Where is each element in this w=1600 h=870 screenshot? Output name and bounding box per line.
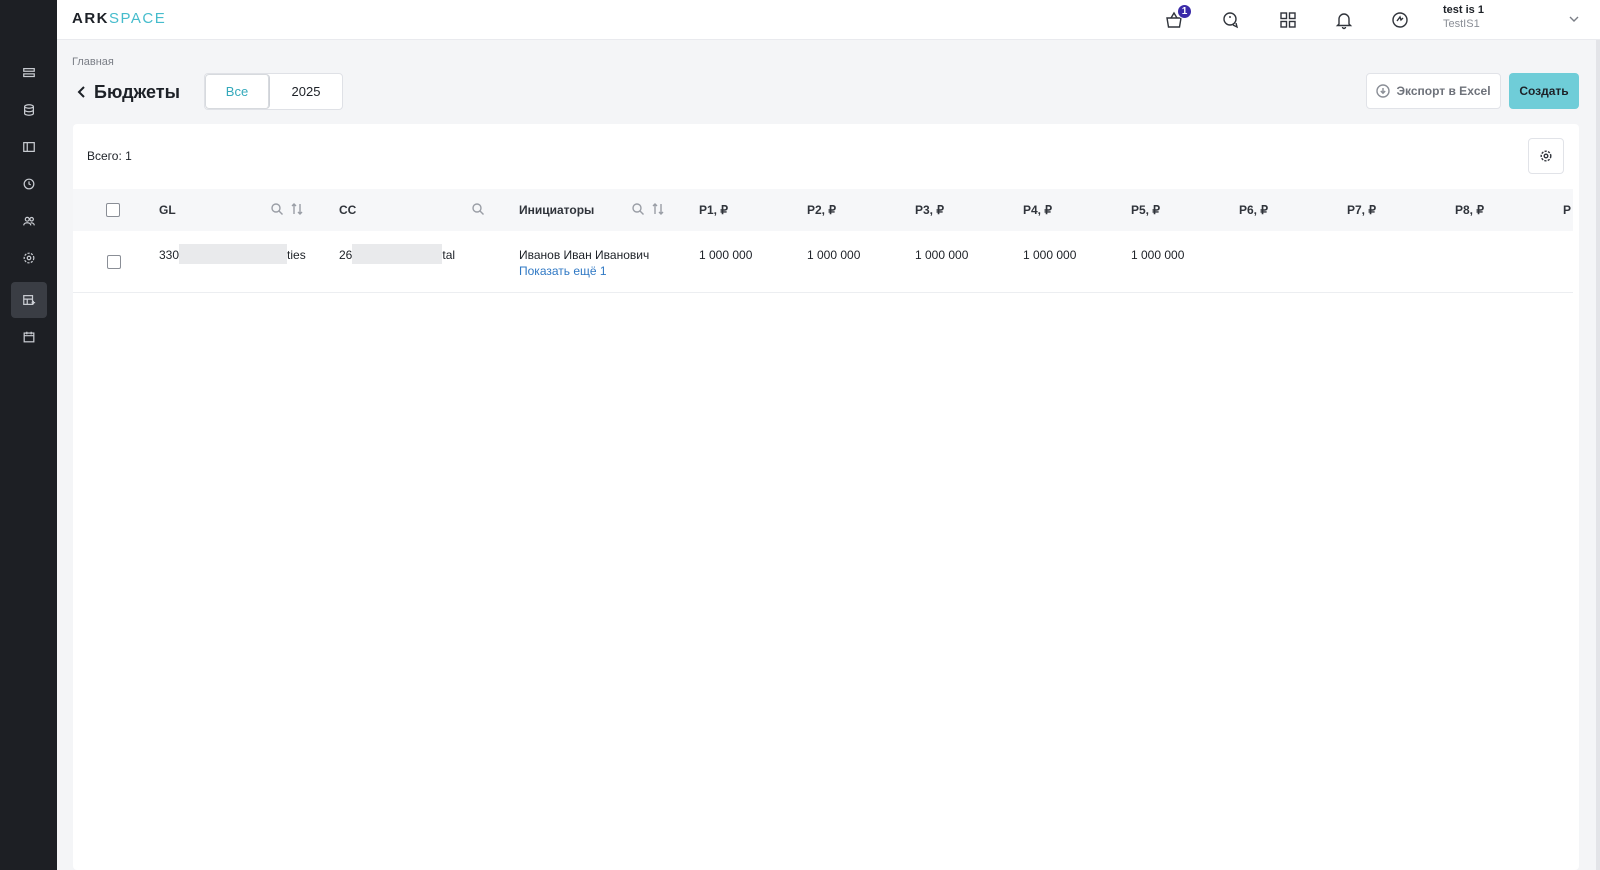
layout-icon	[23, 142, 35, 152]
show-more-link[interactable]: Показать ещё 1	[519, 264, 649, 278]
logo-text-accent: SPACE	[109, 10, 167, 27]
sidebar-item-history[interactable]	[11, 166, 47, 202]
user-name: test is 1	[1443, 4, 1484, 16]
calendar-icon	[23, 331, 35, 343]
cell-p3: 1 000 000	[915, 248, 969, 262]
sidebar-item-users[interactable]	[11, 203, 47, 239]
page-scrollbar[interactable]	[1596, 40, 1600, 870]
column-header-p9-partial: P	[1563, 203, 1572, 217]
cell-initiator-name: Иванов Иван Иванович	[519, 248, 650, 262]
column-header-p8: P8, ₽	[1455, 203, 1484, 217]
sidebar-item-budgets[interactable]	[11, 282, 47, 318]
sidebar-item-database[interactable]	[11, 92, 47, 128]
users-icon	[23, 216, 35, 226]
cell-cc: 26 tal	[339, 244, 456, 264]
list-icon	[23, 68, 35, 78]
total-count: Всего: 1	[87, 149, 132, 163]
page-title: Бюджеты	[94, 81, 180, 102]
cart-badge: 1	[1177, 4, 1192, 19]
sidebar	[0, 0, 57, 870]
column-header-p1: P1, ₽	[699, 203, 728, 217]
cell-gl-end: ties	[287, 248, 306, 263]
select-all-checkbox[interactable]	[106, 203, 120, 217]
column-header-p6: P6, ₽	[1239, 203, 1268, 217]
column-header-gl: GL	[159, 203, 176, 217]
page-header: Бюджеты	[72, 74, 180, 110]
search-icon[interactable]	[270, 202, 284, 216]
cell-cc-end: tal	[442, 248, 456, 263]
cell-p4: 1 000 000	[1023, 248, 1077, 262]
user-menu-toggle[interactable]	[1568, 12, 1580, 30]
user-menu[interactable]: test is 1 TestIS1	[1443, 4, 1484, 30]
cell-gl: 330 ties	[159, 244, 306, 264]
search-icon[interactable]	[631, 202, 645, 216]
logo-text-primary: ARK	[72, 10, 109, 27]
column-header-p7: P7, ₽	[1347, 203, 1376, 217]
sidebar-item-list[interactable]	[11, 55, 47, 91]
grid-icon	[1280, 12, 1296, 28]
sidebar-item-calendar[interactable]	[11, 319, 47, 355]
database-icon	[24, 104, 34, 116]
top-bar: ARKSPACE 1 test is 1 TestIS1	[57, 0, 1600, 40]
gear-icon	[1540, 150, 1552, 162]
redacted-block	[352, 244, 443, 264]
redacted-block	[179, 244, 288, 264]
budget-icon	[23, 295, 36, 305]
chevron-left-icon	[77, 86, 85, 98]
sort-icon[interactable]	[651, 202, 665, 216]
create-button[interactable]: Создать	[1509, 73, 1579, 109]
cart-button[interactable]: 1	[1160, 4, 1192, 34]
row-checkbox[interactable]	[107, 255, 121, 269]
cell-p1: 1 000 000	[699, 248, 753, 262]
chat-icon	[1223, 12, 1239, 29]
user-org: TestIS1	[1443, 18, 1480, 30]
cell-initiators: Иванов Иван Иванович Показать ещё 1	[519, 248, 649, 278]
bell-icon	[1335, 13, 1353, 30]
year-filter: Все 2025	[204, 73, 343, 110]
back-button[interactable]	[72, 82, 92, 102]
download-icon	[1376, 84, 1391, 98]
chat-button[interactable]	[1217, 6, 1245, 34]
cell-cc-start: 26	[339, 248, 353, 263]
export-excel-label: Экспорт в Excel	[1396, 84, 1491, 98]
export-excel-button[interactable]: Экспорт в Excel	[1366, 73, 1501, 109]
budgets-card: Всего: 1 GL CC Инициаторы P1, ₽ P2, ₽ P3…	[73, 124, 1579, 870]
search-icon[interactable]	[471, 202, 485, 216]
sort-icon[interactable]	[290, 202, 304, 216]
chevron-down-icon	[1569, 16, 1579, 22]
breadcrumb[interactable]: Главная	[72, 56, 114, 68]
apps-button[interactable]	[1274, 6, 1302, 34]
table-settings-button[interactable]	[1528, 138, 1564, 174]
notifications-button[interactable]	[1330, 6, 1358, 34]
filter-all[interactable]: Все	[205, 74, 270, 109]
sidebar-item-settings[interactable]	[11, 240, 47, 276]
table-row[interactable]: 330 ties 26 tal Иванов Иван Иванович Показ…	[73, 231, 1573, 293]
column-header-p5: P5, ₽	[1131, 203, 1160, 217]
cell-p5: 1 000 000	[1131, 248, 1185, 262]
column-header-p2: P2, ₽	[807, 203, 836, 217]
table-header: GL CC Инициаторы P1, ₽ P2, ₽ P3, ₽ P4, ₽…	[73, 189, 1573, 231]
sync-button[interactable]	[1386, 6, 1414, 34]
column-header-initiators: Инициаторы	[519, 203, 595, 217]
gear-icon	[23, 252, 35, 264]
column-header-cc: CC	[339, 203, 357, 217]
filter-2025[interactable]: 2025	[270, 74, 342, 109]
sync-icon	[1392, 12, 1408, 28]
cell-p2: 1 000 000	[807, 248, 861, 262]
logo[interactable]: ARKSPACE	[72, 10, 166, 27]
cell-gl-start: 330	[159, 248, 180, 263]
clock-icon	[23, 178, 35, 190]
sidebar-item-layout[interactable]	[11, 129, 47, 165]
column-header-p3: P3, ₽	[915, 203, 944, 217]
column-header-p4: P4, ₽	[1023, 203, 1052, 217]
